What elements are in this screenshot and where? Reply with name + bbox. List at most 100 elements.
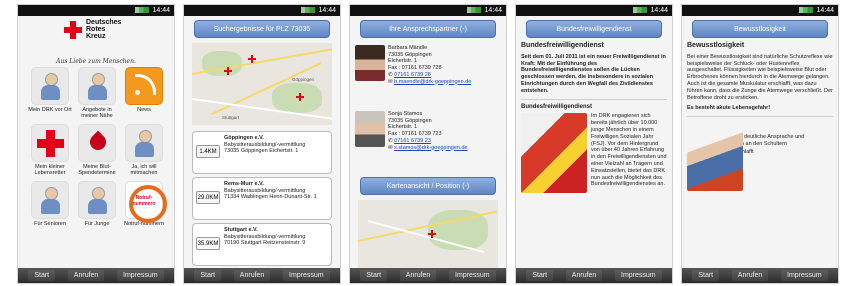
header-button[interactable]: Ihre Ansprechspartner (-) — [360, 20, 496, 38]
result-name: Stuttgart e.V. — [224, 227, 258, 233]
bottom-nav: Start Anrufen Impressum — [350, 268, 506, 283]
phone-screen-home: 14:44 Deutsches Rotes Kreuz Aus Liebe zu… — [17, 4, 175, 284]
tile-blutspende[interactable]: Meine Blut-Spendetermine — [75, 124, 119, 179]
status-bar: 14:44 — [350, 5, 506, 16]
tab-anrufen[interactable]: Anrufen — [399, 270, 437, 281]
notruf-badge: Notruf-nummern — [132, 195, 156, 207]
signal-icon — [633, 7, 648, 14]
contact-city: 73035 Göppingen — [388, 117, 432, 124]
contact-fax: Fax : 07161 6739 728 — [388, 65, 442, 72]
header-button[interactable]: Bewusstlosigkeit — [692, 20, 828, 38]
result-address: 71334 Waiblingen Henri-Dunant-Str. 1 — [224, 194, 317, 201]
phone-link[interactable]: 07161 6739 23 — [394, 138, 431, 144]
result-item[interactable]: 29.0KM Rems-Murr e.V. Babysitterausbildun… — [192, 177, 332, 220]
map-pin-icon[interactable] — [248, 55, 256, 63]
distance-badge: 1.4KM — [196, 145, 220, 158]
status-time: 14:44 — [484, 7, 502, 14]
map-label: Göppingen — [292, 77, 315, 82]
blood-drop-icon — [78, 124, 116, 162]
phone-screen-bfd: 14:44 Bundesfreiwilligendienst Bundesfre… — [515, 4, 673, 284]
signal-icon — [799, 7, 814, 14]
tab-start[interactable]: Start — [692, 270, 720, 281]
result-name: Rems-Murr e.V. — [224, 181, 264, 187]
map-pin-icon[interactable] — [296, 93, 304, 101]
tile-junge[interactable]: Für Junge — [75, 181, 119, 236]
tile-mein-drk[interactable]: Mein DRK vor Ort — [28, 67, 72, 122]
tab-impressum[interactable]: Impressum — [781, 270, 828, 281]
tile-label: Mein DRK vor Ort — [28, 107, 72, 113]
tab-start[interactable]: Start — [526, 270, 554, 281]
signal-icon — [467, 7, 482, 14]
slogan: Aus Liebe zum Menschen. — [56, 58, 136, 65]
status-bar: 14:44 — [516, 5, 672, 16]
signal-icon — [301, 7, 316, 14]
status-time: 14:44 — [318, 7, 336, 14]
status-bar: 14:44 — [184, 5, 340, 16]
position-map[interactable] — [358, 200, 498, 270]
header-button[interactable]: Suchergebnisse für PLZ 73035 — [194, 20, 330, 38]
contact-name: Sonja Stamos — [388, 111, 423, 117]
email-link[interactable]: b.maendle@drk-goeppingen.de — [394, 79, 471, 85]
article-subtitle: Bundesfreiwilligendienst — [521, 103, 593, 110]
map-label: Stuttgart — [222, 115, 240, 120]
tab-impressum[interactable]: Impressum — [117, 270, 164, 281]
tile-lebensretter[interactable]: Mein kleiner Lebensretter — [28, 124, 72, 179]
youth-icon — [78, 181, 116, 219]
bottom-nav: Start Anrufen Impressum — [184, 268, 340, 283]
phone-screen-search: 14:44 Suchergebnisse für PLZ 73035 Göppi… — [183, 4, 341, 284]
article-title: Bundesfreiwilligendienst — [521, 42, 604, 49]
tile-angebote[interactable]: Angebote in meiner Nähe — [75, 67, 119, 122]
tab-impressum[interactable]: Impressum — [449, 270, 496, 281]
result-service: Babysitterausbildung/-vermittlung — [224, 141, 306, 148]
bottom-nav: Start Anrufen Impressum — [18, 268, 174, 283]
status-bar: 14:44 — [18, 5, 174, 16]
status-bar: 14:44 — [682, 5, 838, 16]
tab-anrufen[interactable]: Anrufen — [233, 270, 271, 281]
tab-anrufen[interactable]: Anrufen — [731, 270, 769, 281]
red-cross-icon — [31, 124, 69, 162]
article-title: Bewusstlosigkeit — [687, 42, 745, 49]
menu-grid: Mein DRK vor Ort Angebote in meiner Nähe… — [28, 67, 167, 236]
tile-mitmachen[interactable]: Ja, ich will mitmachen — [122, 124, 166, 179]
red-cross-logo-icon — [64, 21, 82, 39]
tab-start[interactable]: Start — [360, 270, 388, 281]
status-time: 14:44 — [650, 7, 668, 14]
phone-screen-contacts: 14:44 Ihre Ansprechspartner (-) Barbara … — [349, 4, 507, 284]
results-map[interactable]: Göppingen Stuttgart — [192, 43, 332, 125]
signal-icon — [135, 7, 150, 14]
tab-start[interactable]: Start — [28, 270, 56, 281]
distance-badge: 35.9KM — [196, 237, 220, 250]
logo-line: Rotes — [86, 26, 106, 33]
contact-fax: Fax : 07161 6739 723 — [388, 131, 442, 138]
tab-impressum[interactable]: Impressum — [615, 270, 662, 281]
tab-start[interactable]: Start — [194, 270, 222, 281]
tile-label: Für Junge — [84, 221, 110, 227]
bottom-nav: Start Anrufen Impressum — [682, 268, 838, 283]
tab-anrufen[interactable]: Anrufen — [67, 270, 105, 281]
tile-label: Meine Blut-Spendetermine — [78, 164, 116, 176]
article: Bewusstlosigkeit Bei einer Bewusstlosigk… — [687, 42, 833, 192]
result-address: 70190 Stuttgart Reitzensteinstr. 9 — [224, 240, 306, 247]
phone-link[interactable]: 07161 6739 28 — [394, 72, 431, 78]
tile-label: News — [137, 107, 151, 113]
status-time: 14:44 — [152, 7, 170, 14]
article-body: Bei einer Bewusstlosigkeit sind natürlic… — [687, 53, 833, 101]
tab-anrufen[interactable]: Anrufen — [565, 270, 603, 281]
tile-label: Mein kleiner Lebensretter — [34, 164, 66, 176]
distance-badge: 29.0KM — [196, 191, 220, 204]
result-item[interactable]: 1.4KM Göppingen e.V. Babysitterausbildung… — [192, 131, 332, 174]
map-view-button[interactable]: Kartenansicht / Position (-) — [360, 177, 496, 195]
tile-notruf[interactable]: Notruf-nummern Notruf-nummern — [122, 181, 167, 236]
tile-news[interactable]: News — [122, 67, 166, 122]
contact-city: 73035 Göppingen — [388, 51, 432, 58]
result-item[interactable]: 35.9KM Stuttgart e.V. Babysitterausbildun… — [192, 223, 332, 266]
map-pin-icon[interactable] — [428, 230, 436, 238]
phone-screen-bewusstlosigkeit: 14:44 Bewusstlosigkeit Bewusstlosigkeit … — [681, 4, 839, 284]
map-pin-icon[interactable] — [224, 67, 232, 75]
header-button[interactable]: Bundesfreiwilligendienst — [526, 20, 662, 38]
tile-senioren[interactable]: Für Senioren — [28, 181, 72, 236]
tile-label: Angebote in meiner Nähe — [81, 107, 113, 119]
email-link[interactable]: s.stamos@drk-goeppingen.de — [394, 145, 467, 151]
tile-label: Ja, ich will mitmachen — [130, 164, 158, 176]
tab-impressum[interactable]: Impressum — [283, 270, 330, 281]
